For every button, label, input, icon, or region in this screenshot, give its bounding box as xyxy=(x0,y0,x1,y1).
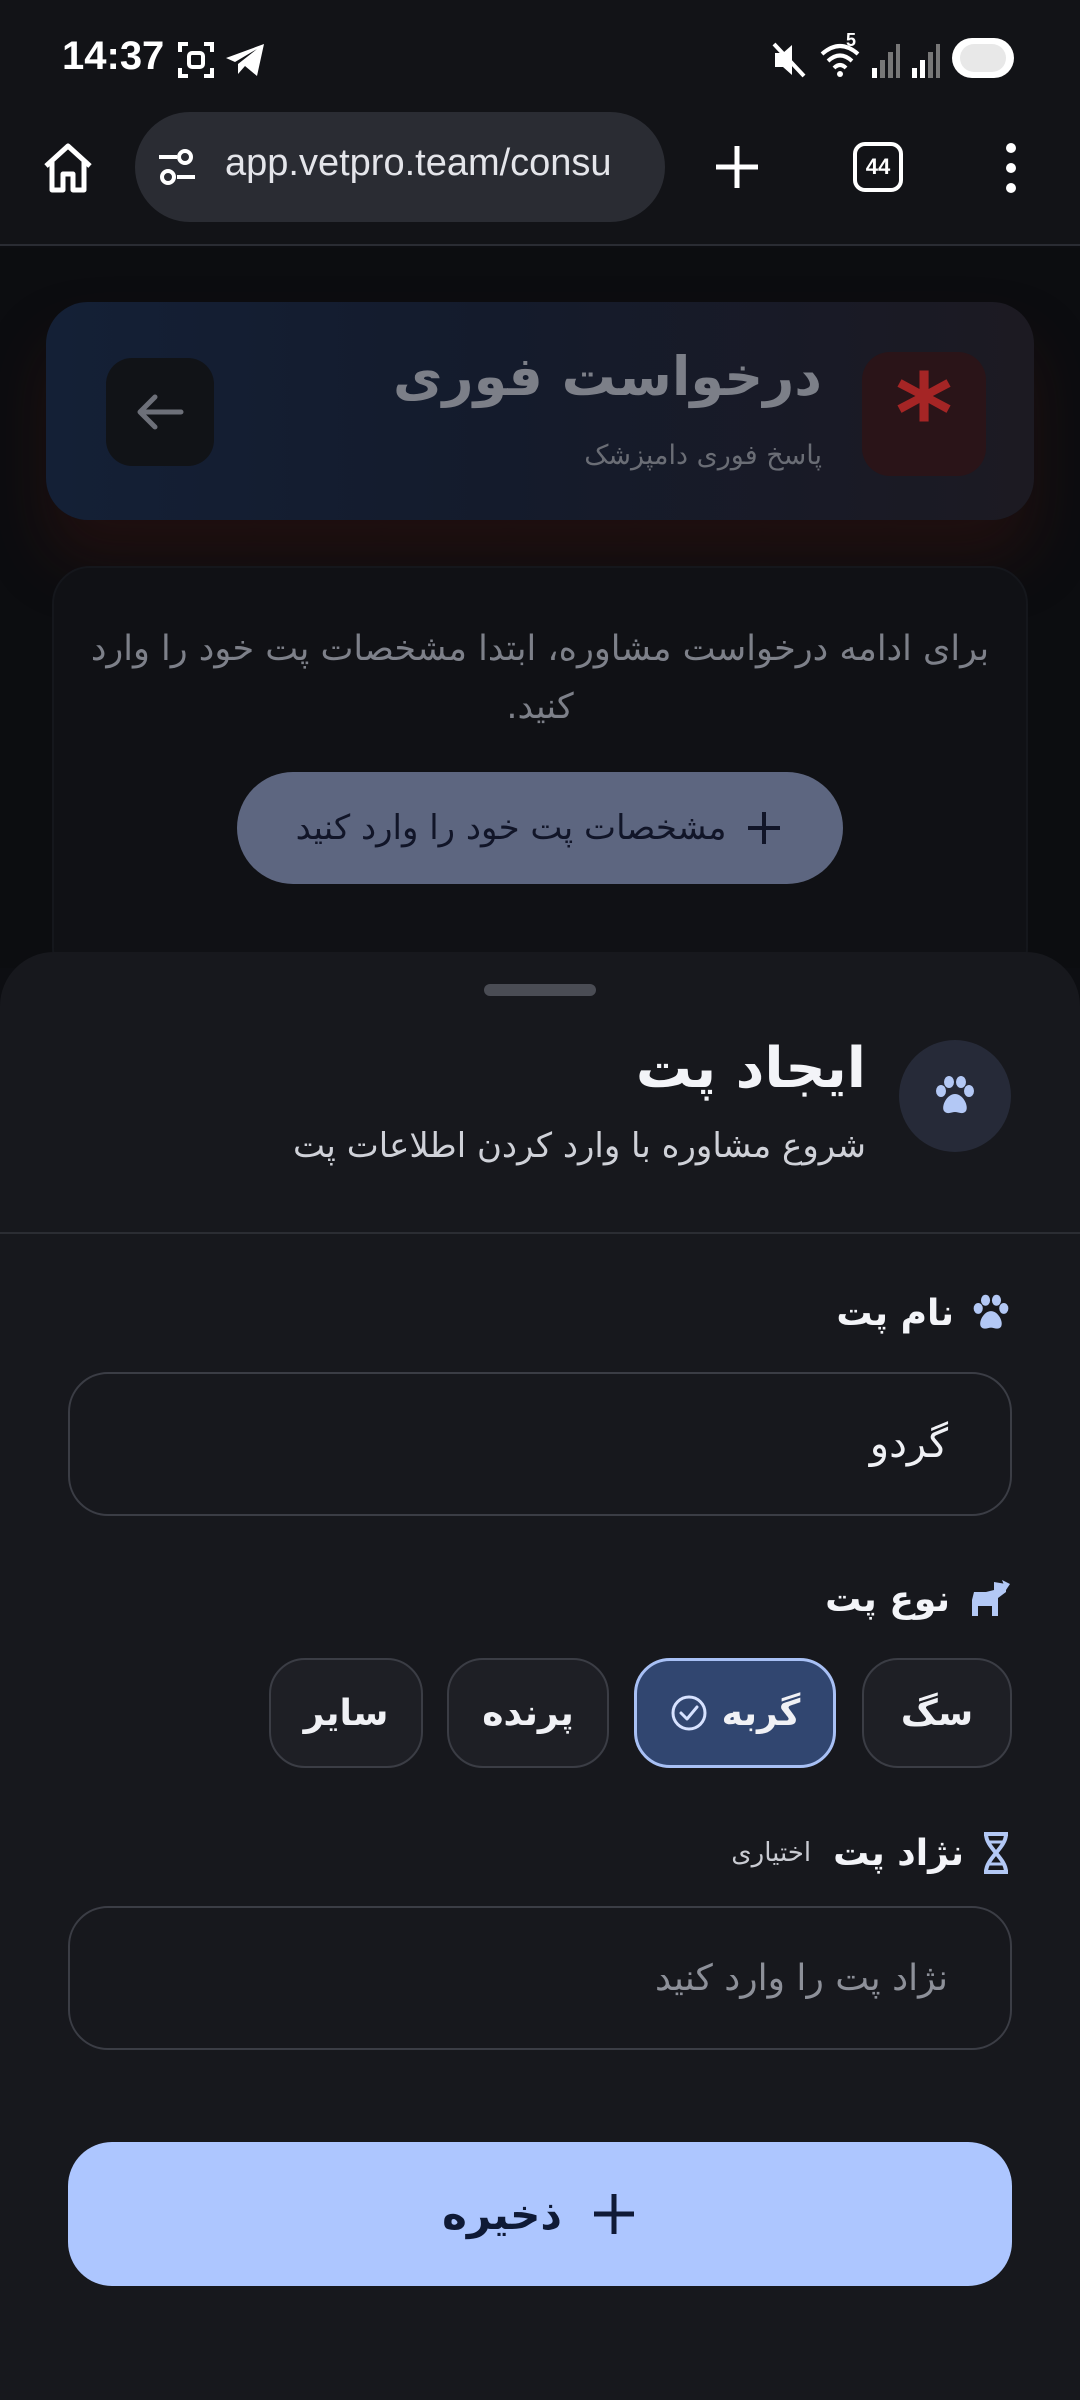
tab-switcher-button[interactable]: 44 xyxy=(853,142,903,192)
battery-icon xyxy=(952,38,1014,78)
check-circle-icon xyxy=(671,1695,707,1731)
breed-label-text: نژاد پت xyxy=(833,1832,964,1874)
dna-icon xyxy=(984,1832,1008,1874)
breed-input[interactable]: نژاد پت را وارد کنید xyxy=(68,1906,1012,2050)
save-button[interactable]: ذخیره xyxy=(68,2142,1012,2286)
wifi-badge: 5 xyxy=(846,30,857,50)
home-icon[interactable] xyxy=(40,140,96,196)
sheet-title: ایجاد پت xyxy=(635,1036,866,1101)
pet-type-dog-label: سگ xyxy=(900,1692,974,1734)
pet-type-bird[interactable]: پرنده xyxy=(447,1658,609,1768)
divider xyxy=(0,1232,1080,1234)
address-bar[interactable]: app.vetpro.team/consu xyxy=(135,112,665,222)
menu-icon[interactable] xyxy=(996,140,1026,196)
back-button[interactable] xyxy=(106,358,214,466)
save-button-label: ذخیره xyxy=(442,2189,562,2239)
urgent-icon: * xyxy=(862,352,986,476)
telegram-icon xyxy=(226,44,264,76)
pet-type-label: نوع پت xyxy=(825,1578,1012,1620)
url-text[interactable]: app.vetpro.team/consu xyxy=(225,142,645,185)
pet-type-label-text: نوع پت xyxy=(825,1578,950,1620)
mute-icon xyxy=(772,42,806,78)
arrow-left-icon xyxy=(137,394,184,430)
pet-name-value: گردو xyxy=(869,1421,948,1467)
pet-type-dog[interactable]: سگ xyxy=(862,1658,1012,1768)
optional-tag: اختیاری xyxy=(731,1838,812,1868)
plus-icon xyxy=(748,812,781,844)
new-tab-icon[interactable] xyxy=(712,142,762,192)
pet-type-other-label: سایر xyxy=(303,1692,389,1734)
pet-type-cat-label: گربه xyxy=(721,1692,801,1734)
site-settings-icon[interactable] xyxy=(155,145,199,189)
pet-type-cat[interactable]: گربه xyxy=(634,1658,836,1768)
plus-icon xyxy=(593,2194,634,2234)
page-subtitle: پاسخ فوری دامپزشک xyxy=(584,440,822,471)
add-pet-details-label: مشخصات پت خود را وارد کنید xyxy=(295,808,727,848)
sheet-drag-handle[interactable] xyxy=(484,984,596,996)
sheet-header-icon xyxy=(899,1040,1011,1152)
signal-icon xyxy=(912,44,940,78)
pet-name-input[interactable]: گردو xyxy=(68,1372,1012,1516)
sheet-subtitle: شروع مشاوره با وارد کردن اطلاعات پت xyxy=(293,1126,866,1166)
pet-type-other[interactable]: سایر xyxy=(269,1658,423,1768)
info-message: برای ادامه درخواست مشاوره، ابتدا مشخصات … xyxy=(90,629,990,727)
pet-name-label-text: نام پت xyxy=(836,1292,954,1334)
dog-icon xyxy=(972,1580,1010,1616)
page-title: درخواست فوری xyxy=(393,345,822,408)
signal-icon xyxy=(872,44,900,78)
pet-type-bird-label: پرنده xyxy=(482,1692,574,1734)
status-bar: 14:37 5 xyxy=(0,0,1080,120)
urgent-asterisk: * xyxy=(895,350,953,478)
add-pet-details-button[interactable]: مشخصات پت خود را وارد کنید xyxy=(237,772,843,884)
pet-name-label: نام پت xyxy=(836,1292,1012,1334)
paw-icon xyxy=(936,1076,974,1114)
screenshot-icon xyxy=(178,42,214,78)
clock-time: 14:37 xyxy=(62,34,165,78)
breed-placeholder: نژاد پت را وارد کنید xyxy=(654,1957,948,1999)
paw-icon xyxy=(973,1294,1009,1329)
breed-label: نژاد پت اختیاری xyxy=(731,1832,1012,1874)
